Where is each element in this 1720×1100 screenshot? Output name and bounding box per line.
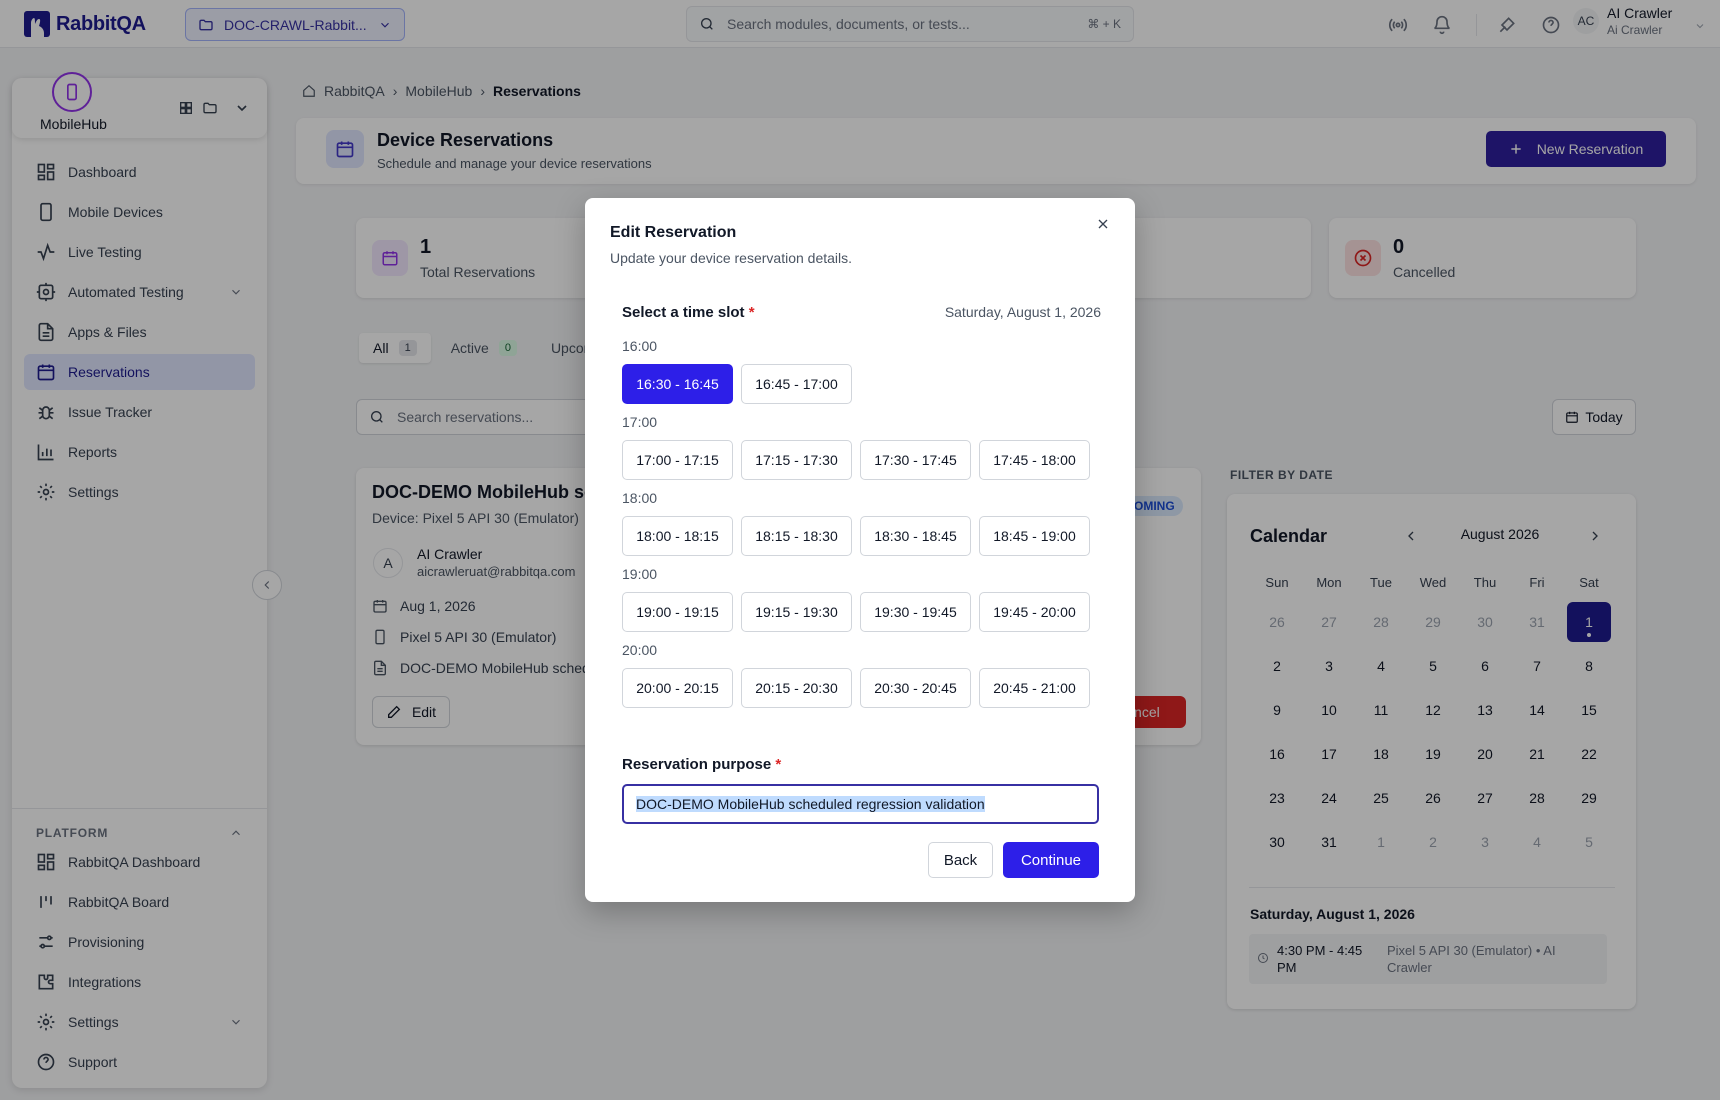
slot-row: 18:00 - 18:15 18:15 - 18:30 18:30 - 18:45 1… — [622, 516, 1102, 556]
continue-button[interactable]: Continue — [1003, 842, 1099, 878]
dialog-title: Edit Reservation — [610, 224, 737, 241]
time-slot-button[interactable]: 20:30 - 20:45 — [860, 668, 971, 708]
time-slot-list[interactable]: 16:00 16:30 - 16:45 16:45 - 17:00 17:00 17:0… — [622, 328, 1102, 738]
hour-label: 20:00 — [622, 642, 658, 658]
time-slot-button[interactable]: 18:30 - 18:45 — [860, 516, 971, 556]
time-slot-button[interactable]: 20:15 - 20:30 — [741, 668, 852, 708]
time-slot-label: Select a time slot * — [622, 304, 755, 321]
time-slot-button[interactable]: 20:45 - 21:00 — [979, 668, 1090, 708]
purpose-label-text: Reservation purpose — [622, 756, 772, 773]
time-slot-button[interactable]: 17:00 - 17:15 — [622, 440, 733, 480]
hour-label: 16:00 — [622, 338, 658, 354]
purpose-label: Reservation purpose * — [622, 756, 781, 773]
time-slot-button[interactable]: 19:00 - 19:15 — [622, 592, 733, 632]
hour-label: 18:00 — [622, 490, 658, 506]
hour-label: 17:00 — [622, 414, 658, 430]
time-slot-button[interactable]: 18:15 - 18:30 — [741, 516, 852, 556]
time-slot-button[interactable]: 19:15 - 19:30 — [741, 592, 852, 632]
time-slot-button[interactable]: 17:15 - 17:30 — [741, 440, 852, 480]
time-slot-button[interactable]: 16:30 - 16:45 — [622, 364, 733, 404]
slot-row: 20:00 - 20:15 20:15 - 20:30 20:30 - 20:45 2… — [622, 668, 1102, 708]
slot-row: 19:00 - 19:15 19:15 - 19:30 19:30 - 19:45 1… — [622, 592, 1102, 632]
dialog-date: Saturday, August 1, 2026 — [944, 304, 1101, 320]
back-button[interactable]: Back — [928, 842, 993, 878]
time-slot-button[interactable]: 19:30 - 19:45 — [860, 592, 971, 632]
time-slot-button[interactable]: 20:00 - 20:15 — [622, 668, 733, 708]
edit-reservation-dialog: Edit Reservation Update your device rese… — [585, 198, 1135, 902]
required-mark: * — [748, 304, 755, 321]
time-slot-button[interactable]: 18:00 - 18:15 — [622, 516, 733, 556]
purpose-input-value: DOC-DEMO MobileHub scheduled regression … — [636, 796, 985, 812]
required-mark: * — [775, 756, 782, 773]
time-slot-label-text: Select a time slot — [622, 304, 745, 321]
purpose-input[interactable]: DOC-DEMO MobileHub scheduled regression … — [622, 784, 1099, 824]
slot-row: 16:30 - 16:45 16:45 - 17:00 — [622, 364, 1102, 404]
time-slot-button[interactable]: 17:30 - 17:45 — [860, 440, 971, 480]
dialog-subtitle: Update your device reservation details. — [610, 250, 853, 266]
time-slot-button[interactable]: 18:45 - 19:00 — [979, 516, 1090, 556]
time-slot-button[interactable]: 16:45 - 17:00 — [741, 364, 852, 404]
time-slot-button[interactable]: 17:45 - 18:00 — [979, 440, 1090, 480]
close-icon[interactable] — [1095, 216, 1111, 232]
time-slot-button[interactable]: 19:45 - 20:00 — [979, 592, 1090, 632]
hour-label: 19:00 — [622, 566, 658, 582]
slot-row: 17:00 - 17:15 17:15 - 17:30 17:30 - 17:45 1… — [622, 440, 1102, 480]
